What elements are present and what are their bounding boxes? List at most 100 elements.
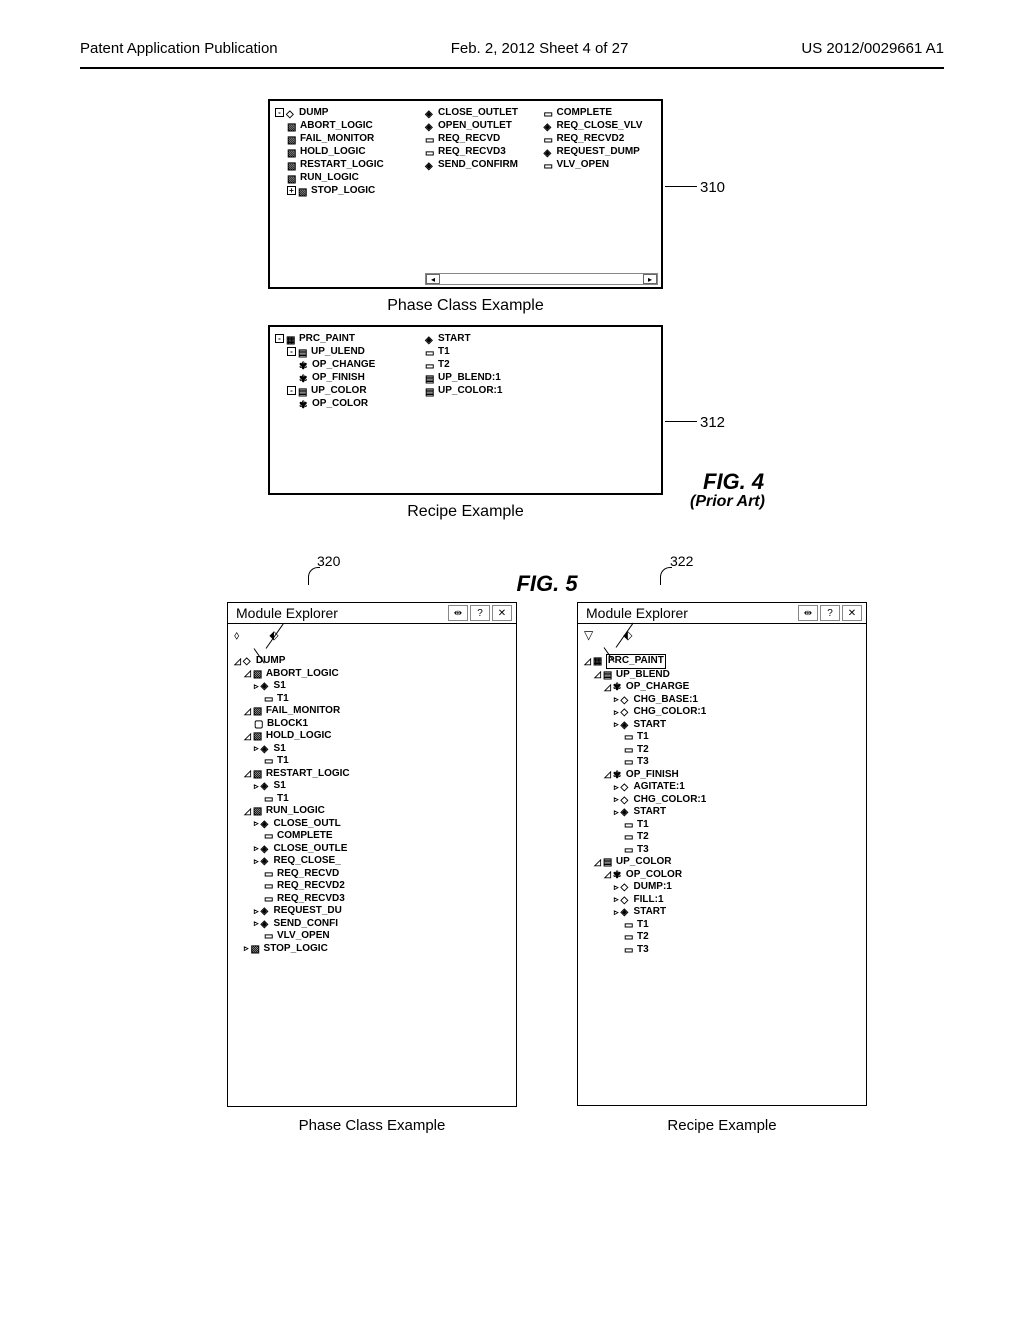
tree-item[interactable]: ▭T1 <box>234 693 510 706</box>
tree-item[interactable]: ▭T3 <box>584 756 860 769</box>
list-item[interactable]: ◈CLOSE_OUTLET <box>425 106 538 119</box>
expand-triangle-icon[interactable]: ◿ <box>604 682 611 693</box>
tree-item[interactable]: ▭T1 <box>584 731 860 744</box>
tree-item[interactable]: ◿▧FAIL_MONITOR <box>234 705 510 718</box>
tree-item[interactable]: ▹◈S1 <box>234 780 510 793</box>
scroll-left-button[interactable]: ◂ <box>426 274 440 284</box>
expand-triangle-icon[interactable]: ▹ <box>254 743 259 754</box>
tree-item[interactable]: ◿▤UP_COLOR <box>584 856 860 869</box>
tree-item[interactable]: -▦PRC_PAINT <box>275 332 415 345</box>
list-item[interactable]: ◈SEND_CONFIRM <box>425 158 538 171</box>
pin-icon[interactable]: ⇹ <box>448 605 468 621</box>
tree-item[interactable]: ◿▦PRC_PAINT <box>584 654 860 669</box>
tree-item[interactable]: ▭T1 <box>584 819 860 832</box>
pin-icon[interactable]: ⇹ <box>798 605 818 621</box>
expand-triangle-icon[interactable]: ▹ <box>614 894 619 905</box>
horizontal-scrollbar[interactable]: ◂ ▸ <box>425 273 658 285</box>
tree-item[interactable]: ▹◇CHG_COLOR:1 <box>584 794 860 807</box>
expand-triangle-icon[interactable]: ◿ <box>244 706 251 717</box>
tree-item[interactable]: ▭T1 <box>234 755 510 768</box>
list-item[interactable]: ▭VLV_OPEN <box>544 158 657 171</box>
expand-triangle-icon[interactable]: ◿ <box>584 656 591 667</box>
tree-item[interactable]: ◿▧ABORT_LOGIC <box>234 668 510 681</box>
tree-item[interactable]: ▹◈REQ_CLOSE_ <box>234 855 510 868</box>
tree-item[interactable]: ▧RUN_LOGIC <box>275 171 415 184</box>
tree-item[interactable]: ◿✾OP_CHARGE <box>584 681 860 694</box>
expand-triangle-icon[interactable]: ▹ <box>254 843 259 854</box>
expand-triangle-icon[interactable]: ▹ <box>614 694 619 705</box>
tree-item[interactable]: ▹◇AGITATE:1 <box>584 781 860 794</box>
tree-item[interactable]: -▤UP_COLOR <box>275 384 415 397</box>
expand-triangle-icon[interactable]: ▹ <box>614 882 619 893</box>
scroll-track[interactable] <box>440 274 643 284</box>
tree-item[interactable]: ◿▧HOLD_LOGIC <box>234 730 510 743</box>
expand-triangle-icon[interactable]: ▹ <box>614 719 619 730</box>
tree-item[interactable]: ▭REQ_RECVD <box>234 868 510 881</box>
list-item[interactable]: ◈REQ_CLOSE_VLV <box>544 119 657 132</box>
list-item[interactable]: ▭REQ_RECVD <box>425 132 538 145</box>
tree-item[interactable]: ◿✾OP_COLOR <box>584 869 860 882</box>
expand-triangle-icon[interactable]: ▹ <box>254 918 259 929</box>
list-item[interactable]: ◈REQUEST_DUMP <box>544 145 657 158</box>
list-item[interactable]: ◈OPEN_OUTLET <box>425 119 538 132</box>
tree-item[interactable]: ◿▤UP_BLEND <box>584 669 860 682</box>
expand-triangle-icon[interactable]: ▹ <box>254 818 259 829</box>
expand-triangle-icon[interactable]: ▹ <box>254 781 259 792</box>
expand-triangle-icon[interactable]: ▹ <box>614 907 619 918</box>
help-icon[interactable]: ? <box>820 605 840 621</box>
expand-triangle-icon[interactable]: ◿ <box>244 668 251 679</box>
expand-triangle-icon[interactable]: ◿ <box>234 656 241 667</box>
list-item[interactable]: ▭REQ_RECVD3 <box>425 145 538 158</box>
tree-item[interactable]: ▹◇DUMP:1 <box>584 881 860 894</box>
expand-triangle-icon[interactable]: ◿ <box>604 769 611 780</box>
tree-item[interactable]: ▹◈REQUEST_DU <box>234 905 510 918</box>
expand-triangle-icon[interactable]: ▹ <box>614 794 619 805</box>
tree-item[interactable]: ▧ABORT_LOGIC <box>275 119 415 132</box>
expand-triangle-icon[interactable]: ◿ <box>244 806 251 817</box>
tree-item[interactable]: ▭REQ_RECVD3 <box>234 893 510 906</box>
tree-item[interactable]: ◿✾OP_FINISH <box>584 769 860 782</box>
expand-triangle-icon[interactable]: ▹ <box>614 707 619 718</box>
tree-item[interactable]: ▹◇FILL:1 <box>584 894 860 907</box>
list-item[interactable]: ▤UP_COLOR:1 <box>425 384 656 397</box>
expand-triangle-icon[interactable]: ▹ <box>614 782 619 793</box>
tree-item[interactable]: ▭T2 <box>584 744 860 757</box>
expand-triangle-icon[interactable]: ▹ <box>254 906 259 917</box>
tree-item[interactable]: ✾OP_CHANGE <box>275 358 415 371</box>
tree-item[interactable]: ▹◈START <box>584 806 860 819</box>
list-item[interactable]: ▤UP_BLEND:1 <box>425 371 656 384</box>
expand-triangle-icon[interactable]: ▹ <box>614 807 619 818</box>
tree-item[interactable]: ▹◈CLOSE_OUTL <box>234 818 510 831</box>
tab-diamond-icon[interactable]: ⬨ <box>234 628 239 643</box>
tree-item[interactable]: ▧FAIL_MONITOR <box>275 132 415 145</box>
list-item[interactable]: ▭T1 <box>425 345 656 358</box>
tree-item[interactable]: -◇DUMP <box>275 106 415 119</box>
tree-item[interactable]: ▭REQ_RECVD2 <box>234 880 510 893</box>
list-item[interactable]: ▭T2 <box>425 358 656 371</box>
help-icon[interactable]: ? <box>470 605 490 621</box>
scroll-right-button[interactable]: ▸ <box>643 274 657 284</box>
tree-item[interactable]: ◿▧RESTART_LOGIC <box>234 768 510 781</box>
tree-item[interactable]: ▹◈START <box>584 719 860 732</box>
tab-diamond2-icon[interactable]: ⬖ <box>623 628 632 642</box>
tree-item[interactable]: ▢BLOCK1 <box>234 718 510 731</box>
tree-item[interactable]: ▹◈S1 <box>234 743 510 756</box>
tree-item[interactable]: ▭T1 <box>584 919 860 932</box>
tree-item[interactable]: ▹◈START <box>584 906 860 919</box>
expand-triangle-icon[interactable]: ◿ <box>594 857 601 868</box>
tree-item[interactable]: ▭T1 <box>234 793 510 806</box>
expand-triangle-icon[interactable]: ◿ <box>604 869 611 880</box>
tree-item[interactable]: ▭VLV_OPEN <box>234 930 510 943</box>
tree-item[interactable]: ▹◈SEND_CONFI <box>234 918 510 931</box>
tree-item[interactable]: ▭COMPLETE <box>234 830 510 843</box>
list-item[interactable]: ▭COMPLETE <box>544 106 657 119</box>
tree-item[interactable]: ◿▧RUN_LOGIC <box>234 805 510 818</box>
expand-box-icon[interactable]: - <box>287 386 296 395</box>
tree-item[interactable]: ✾OP_COLOR <box>275 397 415 410</box>
tree-item[interactable]: ▧RESTART_LOGIC <box>275 158 415 171</box>
expand-box-icon[interactable]: + <box>287 186 296 195</box>
tree-item[interactable]: ▹▧STOP_LOGIC <box>234 943 510 956</box>
expand-triangle-icon[interactable]: ▹ <box>244 943 249 954</box>
expand-box-icon[interactable]: - <box>275 108 284 117</box>
expand-triangle-icon[interactable]: ◿ <box>244 731 251 742</box>
